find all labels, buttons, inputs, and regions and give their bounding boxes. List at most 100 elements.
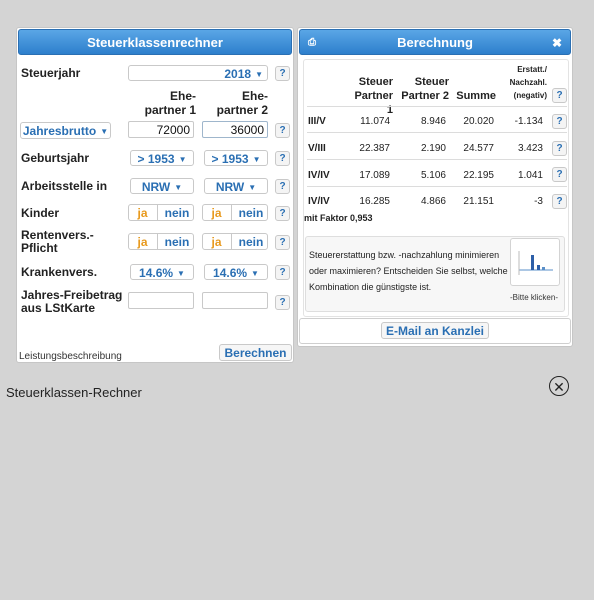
row1-p2: 8.946	[420, 116, 446, 127]
geburtsjahr-partner1-select[interactable]: > 1953 ▼	[130, 150, 194, 166]
row2-diff: 3.423	[517, 143, 543, 154]
help-geburtsjahr-button[interactable]: ?	[275, 151, 290, 166]
row2-p2: 2.190	[420, 143, 446, 154]
partner2-header-line1: Ehe-	[241, 89, 268, 103]
steuerjahr-label: Steuerjahr	[21, 66, 81, 80]
berechnung-title: Berechnung	[397, 35, 473, 50]
partner1-header: Ehe- partner 1	[132, 89, 196, 117]
row3-klasse: IV/IV	[308, 170, 330, 181]
partner2-header: Ehe- partner 2	[204, 89, 268, 117]
chevron-down-icon: ▼	[255, 70, 263, 79]
freibetrag-label-line2: aus LStKarte	[21, 301, 96, 315]
chevron-down-icon: ▼	[100, 127, 109, 136]
help-row4-button[interactable]: ?	[552, 194, 567, 209]
table-divider	[307, 132, 567, 133]
caption: Steuerklassen-Rechner	[6, 385, 142, 400]
email-kanzlei-button[interactable]: E-Mail an Kanzlei	[381, 322, 489, 339]
row2-p1: 22.387	[359, 143, 390, 154]
kranken-partner2-select[interactable]: 14.6% ▼	[204, 264, 268, 280]
help-row2-button[interactable]: ?	[552, 141, 567, 156]
help-row3-button[interactable]: ?	[552, 167, 567, 182]
income-type-select[interactable]: Jahresbrutto ▼	[20, 122, 111, 139]
kranken-label: Krankenvers.	[21, 265, 98, 279]
kranken-partner1-select[interactable]: 14.6% ▼	[130, 264, 194, 280]
renten-partner2-toggle[interactable]: ja nein	[202, 233, 268, 250]
renten-partner1-toggle[interactable]: ja nein	[128, 233, 194, 250]
arbeitsstelle-p1-value: NRW	[141, 180, 171, 194]
help-kranken-button[interactable]: ?	[275, 265, 290, 280]
renten-p2-ja[interactable]: ja	[203, 234, 230, 250]
col-steuer-p2-line1: Steuer	[414, 76, 449, 88]
col-erstatt-line3: (negativ)	[513, 91, 547, 100]
chart-thumbnail-icon[interactable]	[510, 238, 560, 286]
help-arbeitsstelle-button[interactable]: ?	[275, 179, 290, 194]
geburtsjahr-partner2-select[interactable]: > 1953 ▼	[204, 150, 268, 166]
steuerklassenrechner-panel: Steuerklassenrechner Steuerjahr 2018 ▼ ? …	[16, 27, 294, 363]
freibetrag-partner2-input[interactable]	[202, 292, 268, 309]
kranken-p2-value: 14.6%	[213, 266, 248, 280]
income-partner2-input[interactable]: 36000	[202, 121, 268, 138]
col-erstatt-line1: Erstatt./	[517, 65, 547, 74]
bar-chart-icon	[518, 251, 553, 275]
info-text: Steuererstattung bzw. -nachzahlung minim…	[309, 250, 508, 292]
row3-diff: 1.041	[517, 170, 543, 181]
kinder-partner1-toggle[interactable]: ja nein	[128, 204, 194, 221]
print-icon[interactable]: ⎙	[308, 30, 316, 56]
col-steuer-p2-line2: Partner 2	[401, 90, 449, 102]
col-summe-header: Summe	[456, 90, 496, 102]
partner2-header-line2: partner 2	[216, 103, 268, 117]
help-renten-button[interactable]: ?	[275, 235, 290, 250]
help-kinder-button[interactable]: ?	[275, 206, 290, 221]
row2-klasse: V/III	[308, 143, 326, 154]
help-freibetrag-button[interactable]: ?	[275, 295, 290, 310]
row4-klasse: IV/IV	[308, 196, 330, 207]
arbeitsstelle-partner2-select[interactable]: NRW ▼	[204, 178, 268, 194]
kinder-p2-nein[interactable]: nein	[231, 205, 270, 221]
renten-label-line2: Pflicht	[21, 241, 58, 255]
leistungsbeschreibung-link[interactable]: Leistungsbeschreibung	[19, 351, 122, 362]
renten-p2-nein[interactable]: nein	[231, 234, 270, 250]
partner1-header-line1: Ehe-	[169, 89, 196, 103]
kinder-p2-ja[interactable]: ja	[203, 205, 230, 221]
kinder-partner2-toggle[interactable]: ja nein	[202, 204, 268, 221]
kinder-p1-nein[interactable]: nein	[157, 205, 196, 221]
row4-diff: -3	[534, 196, 543, 207]
income-partner1-input[interactable]: 72000	[128, 121, 194, 138]
geburtsjahr-p2-value: > 1953	[211, 152, 249, 166]
kranken-p1-value: 14.6%	[139, 266, 174, 280]
panel-title: Steuerklassenrechner	[18, 29, 292, 55]
table-divider	[307, 106, 567, 107]
steuerjahr-select[interactable]: 2018 ▼	[128, 65, 268, 81]
berechnung-panel: ⎙ Berechnung ✖ Steuer Partner 1 Steuer P…	[297, 27, 573, 347]
chevron-down-icon: ▼	[177, 269, 185, 278]
faktor-note: mit Faktor 0,953	[304, 213, 373, 223]
row1-diff: -1.134	[514, 116, 543, 127]
help-steuerjahr-button[interactable]: ?	[275, 66, 290, 81]
close-overlay-icon[interactable]: ✕	[549, 376, 569, 396]
row1-klasse: III/V	[308, 116, 326, 127]
renten-p1-nein[interactable]: nein	[157, 234, 196, 250]
steuerjahr-value: 2018	[224, 67, 252, 81]
geburtsjahr-p1-value: > 1953	[137, 152, 175, 166]
help-row1-button[interactable]: ?	[552, 114, 567, 129]
partner1-header-line2: partner 1	[144, 103, 196, 117]
table-divider	[307, 186, 567, 187]
chevron-down-icon: ▼	[251, 269, 259, 278]
chevron-down-icon: ▼	[248, 183, 257, 192]
col-steuer-p2-header: Steuer Partner 2	[401, 75, 449, 103]
freibetrag-partner1-input[interactable]	[128, 292, 194, 309]
help-erstatt-button[interactable]: ?	[552, 88, 567, 103]
kinder-label: Kinder	[21, 206, 60, 220]
table-divider	[307, 159, 567, 160]
help-income-button[interactable]: ?	[275, 123, 290, 138]
berechnen-button[interactable]: Berechnen	[219, 344, 292, 361]
kinder-p1-ja[interactable]: ja	[129, 205, 156, 221]
row1-p1: 11.074	[360, 116, 390, 127]
col-erstatt-line2: Nachzahl.	[509, 78, 547, 87]
arbeitsstelle-partner1-select[interactable]: NRW ▼	[130, 178, 194, 194]
berechnung-title-bar: ⎙ Berechnung ✖	[299, 29, 571, 55]
row4-p2: 4.866	[420, 196, 446, 207]
chevron-down-icon: ▼	[252, 155, 261, 164]
close-icon[interactable]: ✖	[552, 30, 562, 56]
renten-p1-ja[interactable]: ja	[129, 234, 156, 250]
